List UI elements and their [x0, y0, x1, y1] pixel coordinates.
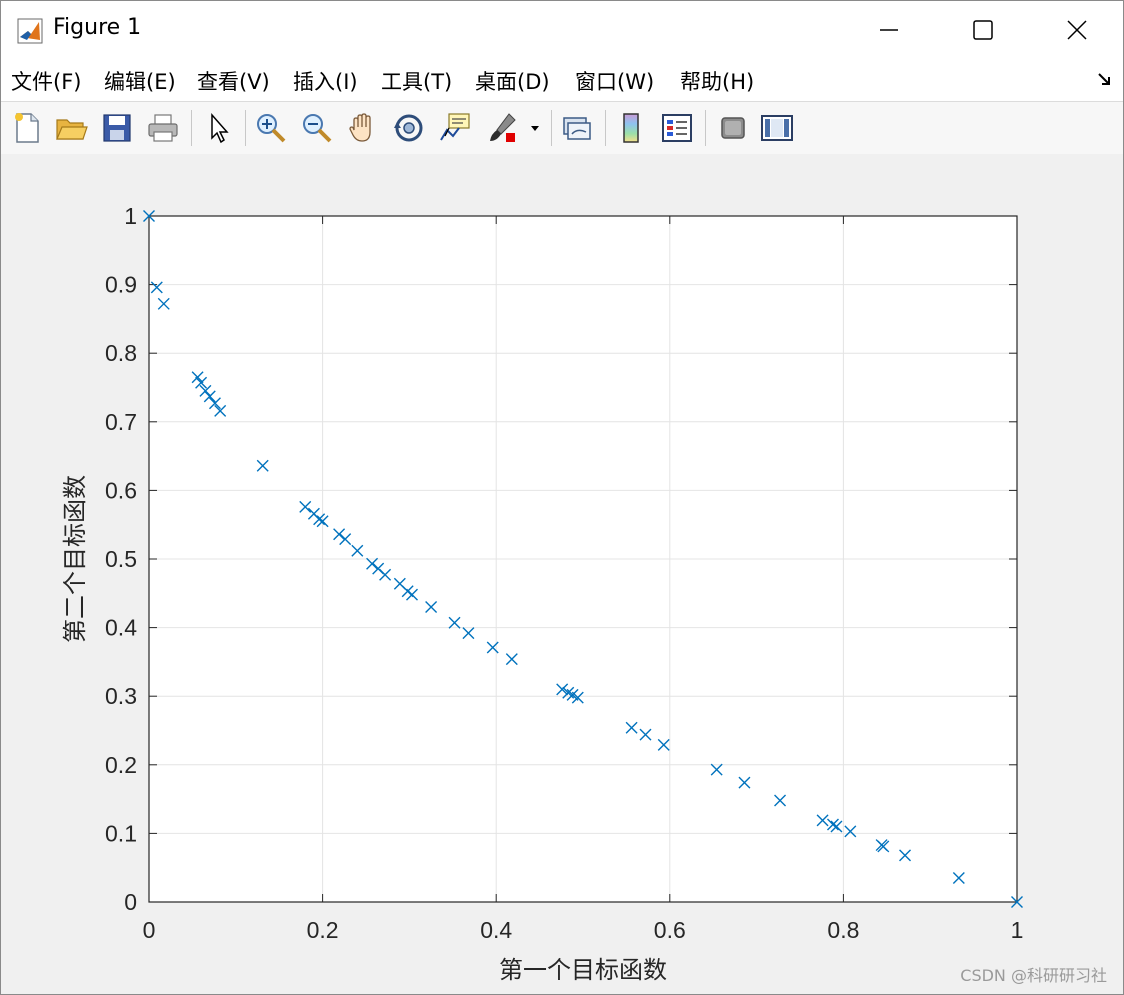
menu-window[interactable]: 窗口(W) [575, 66, 654, 96]
dock-arrow-icon[interactable] [1097, 71, 1113, 87]
window-title: Figure 1 [53, 15, 142, 40]
toolbar-separator [551, 110, 552, 146]
close-icon [1067, 20, 1087, 40]
close-button[interactable] [1031, 1, 1123, 59]
brush-icon[interactable] [485, 110, 521, 146]
x-tick-label: 0 [143, 917, 156, 943]
figure-canvas: 0 0.2 0.4 0.6 0.8 1 0 0.1 0.2 0.3 0.4 0.5 0.6 0.7 0.8 0… [1, 154, 1123, 994]
x-tick-label: 0.6 [654, 917, 686, 943]
y-tick-label: 0 [124, 889, 137, 915]
matlab-logo-icon [17, 18, 43, 44]
x-tick-label: 1 [1011, 917, 1024, 943]
watermark: CSDN @科研研习社 [960, 966, 1107, 985]
y-tick-label: 0.6 [105, 477, 137, 503]
title-bar: Figure 1 [1, 1, 1123, 59]
y-tick-label: 0.1 [105, 820, 137, 846]
toolbar-separator [245, 110, 246, 146]
pointer-icon[interactable] [201, 110, 237, 146]
toolbar-separator [605, 110, 606, 146]
menu-file[interactable]: 文件(F) [11, 66, 81, 96]
legend-icon[interactable] [659, 110, 695, 146]
save-icon[interactable] [99, 110, 135, 146]
x-tick-label: 0.2 [307, 917, 339, 943]
menu-desktop[interactable]: 桌面(D) [475, 66, 550, 96]
y-axis-label: 第二个目标函数 [61, 475, 89, 643]
figure-window: Figure 1 文件(F) 编辑(E) 查看(V) 插入(I) 工具(T) 桌… [0, 0, 1124, 995]
toolbar-separator [705, 110, 706, 146]
maximize-button[interactable] [937, 1, 1029, 59]
brush-dropdown-icon[interactable] [525, 110, 545, 146]
rotate-3d-icon[interactable] [391, 110, 427, 146]
maximize-icon [973, 20, 993, 40]
open-folder-icon[interactable] [53, 110, 89, 146]
y-tick-label: 0.4 [105, 615, 137, 641]
y-tick-label: 0.9 [105, 272, 137, 298]
x-axis-label: 第一个目标函数 [499, 956, 667, 984]
y-tick-label: 0.8 [105, 340, 137, 366]
menu-help[interactable]: 帮助(H) [680, 66, 754, 96]
link-plot-icon[interactable] [559, 110, 595, 146]
menu-tools[interactable]: 工具(T) [381, 66, 452, 96]
minimize-icon [880, 29, 898, 31]
pan-hand-icon[interactable] [345, 110, 381, 146]
y-tick-label: 1 [124, 203, 137, 229]
minimize-button[interactable] [843, 1, 935, 59]
data-cursor-icon[interactable] [437, 110, 473, 146]
new-figure-icon[interactable] [9, 110, 45, 146]
toolbar [1, 101, 1123, 155]
x-tick-label: 0.4 [480, 917, 512, 943]
y-tick-label: 0.3 [105, 683, 137, 709]
print-icon[interactable] [145, 110, 181, 146]
menu-bar: 文件(F) 编辑(E) 查看(V) 插入(I) 工具(T) 桌面(D) 窗口(W… [1, 59, 1123, 101]
zoom-out-icon[interactable] [299, 110, 335, 146]
scatter-chart[interactable]: 0 0.2 0.4 0.6 0.8 1 0 0.1 0.2 0.3 0.4 0.5 0.6 0.7 0.8 0… [1, 154, 1123, 994]
menu-edit[interactable]: 编辑(E) [104, 66, 176, 96]
menu-view[interactable]: 查看(V) [197, 66, 270, 96]
y-tick-label: 0.2 [105, 752, 137, 778]
toolbar-separator [191, 110, 192, 146]
menu-insert[interactable]: 插入(I) [293, 66, 358, 96]
show-plot-tools-icon[interactable] [759, 110, 795, 146]
x-tick-label: 0.8 [827, 917, 859, 943]
y-tick-label: 0.5 [105, 546, 137, 572]
colorbar-icon[interactable] [613, 110, 649, 146]
y-tick-label: 0.7 [105, 409, 137, 435]
zoom-in-icon[interactable] [253, 110, 289, 146]
hide-plot-tools-icon[interactable] [715, 110, 751, 146]
